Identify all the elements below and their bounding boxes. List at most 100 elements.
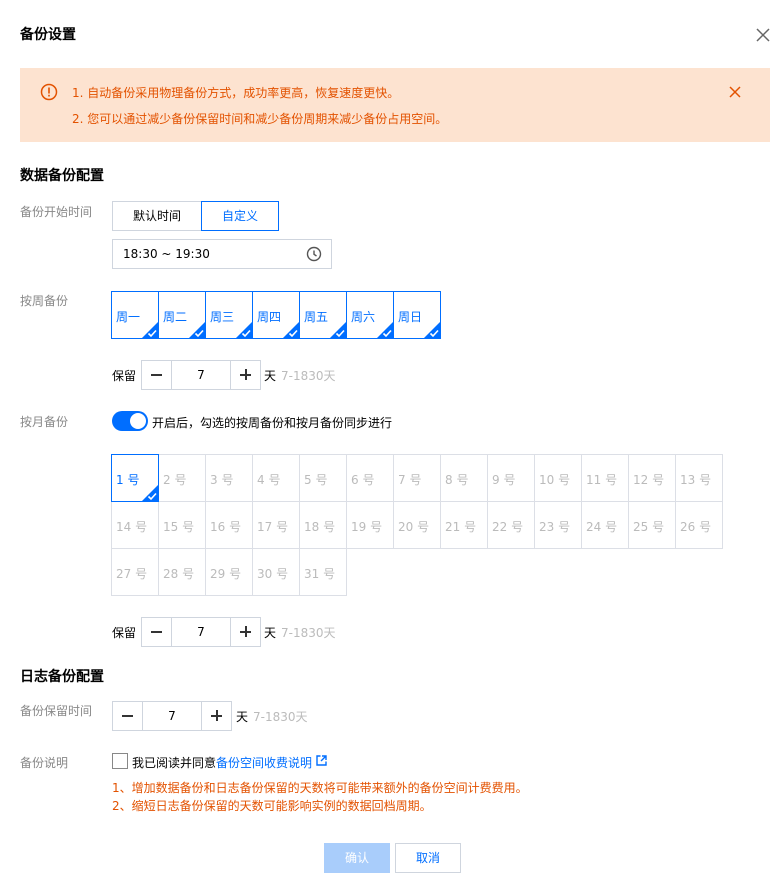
month-day-label: 16 号: [210, 520, 242, 534]
time-range-input[interactable]: 18:30 ~ 19:30: [112, 239, 332, 269]
month-day-option[interactable]: 10 号: [534, 454, 582, 502]
month-day-option[interactable]: 21 号: [440, 501, 488, 549]
close-icon[interactable]: [754, 26, 772, 44]
month-day-label: 22 号: [492, 520, 524, 534]
monthly-label: 按月备份: [20, 415, 69, 429]
weekday-option[interactable]: 周日: [393, 291, 441, 339]
month-day-option[interactable]: 8 号: [440, 454, 488, 502]
agree-checkbox[interactable]: [112, 753, 128, 769]
month-day-option[interactable]: 31 号: [299, 548, 347, 596]
month-day-option[interactable]: 4 号: [252, 454, 300, 502]
mode-default-button[interactable]: 默认时间: [112, 201, 202, 231]
weekday-option[interactable]: 周四: [252, 291, 300, 339]
month-day-label: 6 号: [351, 473, 375, 487]
month-day-option[interactable]: 22 号: [487, 501, 535, 549]
month-day-option[interactable]: 20 号: [393, 501, 441, 549]
month-day-label: 28 号: [163, 567, 195, 581]
month-day-option[interactable]: 19 号: [346, 501, 394, 549]
cancel-button[interactable]: 取消: [395, 843, 461, 873]
month-day-option[interactable]: 26 号: [675, 501, 723, 549]
month-day-label: 12 号: [633, 473, 665, 487]
alert-line-1: 1. 自动备份采用物理备份方式，成功率更高，恢复速度更快。: [72, 86, 400, 100]
weekday-option[interactable]: 周二: [158, 291, 206, 339]
increment-button[interactable]: [230, 361, 260, 389]
month-day-option[interactable]: 6 号: [346, 454, 394, 502]
month-day-option[interactable]: 23 号: [534, 501, 582, 549]
log-retain-hint: 7-1830天: [253, 710, 308, 724]
weekly-retain-label: 保留: [112, 369, 137, 383]
month-day-option[interactable]: 25 号: [628, 501, 676, 549]
month-day-label: 7 号: [398, 473, 422, 487]
month-day-option[interactable]: 5 号: [299, 454, 347, 502]
alert-line-2: 2. 您可以通过减少备份保留时间和减少备份周期来减少备份占用空间。: [72, 112, 448, 126]
increment-button[interactable]: [230, 618, 260, 646]
weekly-retain-unit: 天: [264, 369, 277, 383]
monthly-retain-value[interactable]: 7: [172, 618, 230, 646]
month-day-label: 21 号: [445, 520, 477, 534]
checkmark-icon: [282, 321, 300, 339]
weekday-option[interactable]: 周五: [299, 291, 347, 339]
log-backup-heading: 日志备份配置: [20, 669, 104, 685]
month-day-label: 17 号: [257, 520, 289, 534]
agree-text: 我已阅读并同意: [132, 756, 217, 770]
start-time-label: 备份开始时间: [20, 205, 93, 219]
log-retain-stepper[interactable]: 7: [112, 701, 232, 731]
month-day-label: 11 号: [586, 473, 618, 487]
checkmark-icon: [423, 321, 441, 339]
external-link-icon[interactable]: [316, 755, 327, 766]
month-day-label: 30 号: [257, 567, 289, 581]
month-day-option[interactable]: 11 号: [581, 454, 629, 502]
month-day-option[interactable]: 18 号: [299, 501, 347, 549]
month-day-option[interactable]: 3 号: [205, 454, 253, 502]
month-day-option[interactable]: 12 号: [628, 454, 676, 502]
dialog-title: 备份设置: [20, 27, 76, 43]
month-day-label: 15 号: [163, 520, 195, 534]
log-retain-value[interactable]: 7: [143, 702, 201, 730]
month-day-option[interactable]: 2 号: [158, 454, 206, 502]
alert-close-icon[interactable]: [728, 85, 742, 99]
clock-icon: [306, 246, 322, 262]
month-day-label: 13 号: [680, 473, 712, 487]
month-day-option[interactable]: 30 号: [252, 548, 300, 596]
month-day-option[interactable]: 24 号: [581, 501, 629, 549]
month-day-label: 3 号: [210, 473, 234, 487]
decrement-button[interactable]: [142, 618, 172, 646]
month-day-label: 5 号: [304, 473, 328, 487]
checkmark-icon: [188, 321, 206, 339]
month-day-option[interactable]: 15 号: [158, 501, 206, 549]
weekday-label: 周日: [398, 310, 423, 324]
confirm-button[interactable]: 确认: [324, 843, 390, 873]
month-day-label: 31 号: [304, 567, 336, 581]
weekday-option[interactable]: 周一: [111, 291, 159, 339]
decrement-button[interactable]: [142, 361, 172, 389]
checkmark-icon: [376, 321, 394, 339]
month-day-option[interactable]: 13 号: [675, 454, 723, 502]
month-day-option[interactable]: 7 号: [393, 454, 441, 502]
monthly-toggle[interactable]: [112, 411, 148, 431]
month-day-option[interactable]: 1 号: [111, 454, 159, 502]
month-day-option[interactable]: 14 号: [111, 501, 159, 549]
month-day-option[interactable]: 29 号: [205, 548, 253, 596]
checkmark-icon: [141, 484, 159, 502]
month-day-option[interactable]: 9 号: [487, 454, 535, 502]
month-day-option[interactable]: 27 号: [111, 548, 159, 596]
weekly-label: 按周备份: [20, 294, 69, 308]
weekly-retain-hint: 7-1830天: [281, 369, 336, 383]
mode-custom-button[interactable]: 自定义: [201, 201, 279, 231]
decrement-button[interactable]: [113, 702, 143, 730]
weekday-option[interactable]: 周三: [205, 291, 253, 339]
weekday-option[interactable]: 周六: [346, 291, 394, 339]
billing-link[interactable]: 备份空间收费说明: [216, 756, 312, 770]
month-day-option[interactable]: 16 号: [205, 501, 253, 549]
checkmark-icon: [141, 321, 159, 339]
checkmark-icon: [329, 321, 347, 339]
weekly-retain-value[interactable]: 7: [172, 361, 230, 389]
month-day-option[interactable]: 28 号: [158, 548, 206, 596]
month-day-label: 29 号: [210, 567, 242, 581]
increment-button[interactable]: [201, 702, 231, 730]
month-day-label: 18 号: [304, 520, 336, 534]
month-day-option[interactable]: 17 号: [252, 501, 300, 549]
monthly-retain-stepper[interactable]: 7: [141, 617, 261, 647]
month-day-label: 2 号: [163, 473, 187, 487]
weekly-retain-stepper[interactable]: 7: [141, 360, 261, 390]
